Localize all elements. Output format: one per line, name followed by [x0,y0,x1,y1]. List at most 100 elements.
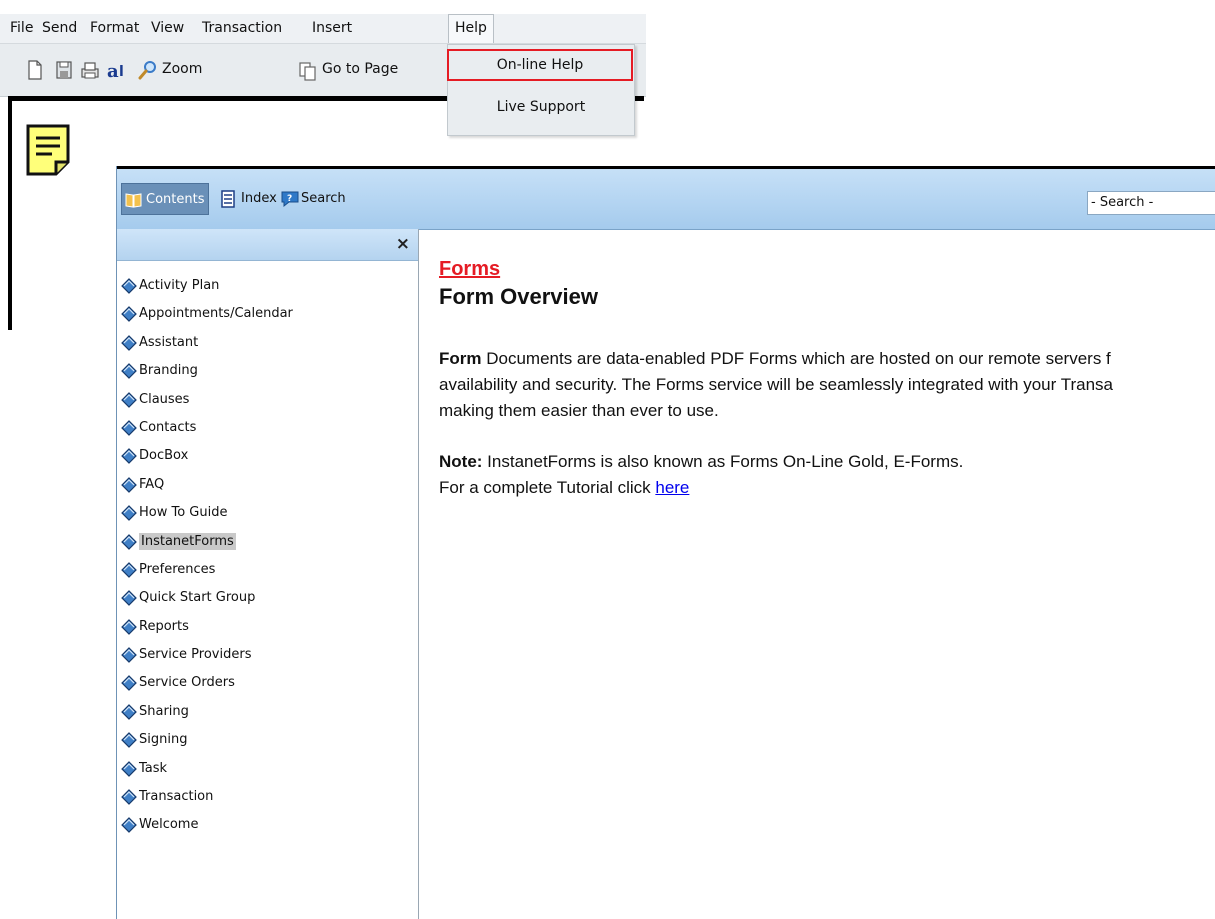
toc-item-label: Sharing [139,703,189,719]
menu-help[interactable]: Help [448,14,494,43]
toc-item-faq[interactable]: FAQ [117,471,418,499]
toc-item-label: How To Guide [139,505,228,521]
toc-item-contacts[interactable]: Contacts [117,414,418,442]
zoom-icon[interactable] [138,59,158,81]
toc-item-label: FAQ [139,476,165,492]
index-list-icon [221,190,235,208]
toc-item-task[interactable]: Task [117,755,418,783]
toc-item-reports[interactable]: Reports [117,613,418,641]
help-dropdown-menu: On-line Help Live Support [447,44,635,136]
search-bubble-icon: ? [281,191,299,208]
new-doc-icon[interactable] [25,59,45,81]
table-of-contents: Activity Plan Appointments/Calendar Assist… [117,272,418,840]
toc-item-signing[interactable]: Signing [117,726,418,754]
save-icon[interactable] [54,59,74,81]
toc-item-assistant[interactable]: Assistant [117,329,418,357]
note-text: InstanetForms is also known as Forms On-… [482,452,964,471]
go-to-page-button[interactable]: Go to Page [322,58,398,80]
toc-item-preferences[interactable]: Preferences [117,556,418,584]
close-sidebar-button[interactable]: × [396,234,410,254]
book-icon [121,732,137,749]
menu-format[interactable]: Format [84,14,145,43]
book-icon [121,505,137,521]
tab-contents-label: Contents [146,192,205,207]
toc-item-activity-plan[interactable]: Activity Plan [117,272,418,300]
toc-item-instanetforms[interactable]: InstanetForms [117,528,418,556]
menu-insert[interactable]: Insert [306,14,358,43]
toc-item-quick-start-group[interactable]: Quick Start Group [117,584,418,612]
toc-item-transaction[interactable]: Transaction [117,783,418,811]
toc-item-label: Signing [139,732,188,748]
toc-item-label: InstanetForms [139,532,236,550]
book-icon [121,647,137,663]
book-icon [121,675,137,692]
toc-item-label: Contacts [139,419,197,435]
toc-item-label: Quick Start Group [139,590,256,606]
online-help-window: Contents Index ? Search - Search - × Act… [116,166,1215,919]
topic-title: Form Overview [439,284,598,309]
go-to-page-icon[interactable] [298,59,318,81]
book-icon [121,420,137,436]
sidebar-header: × [117,229,418,261]
book-icon [121,562,137,578]
tutorial-link[interactable]: here [655,478,689,497]
toc-item-clauses[interactable]: Clauses [117,386,418,414]
menu-send[interactable]: Send [36,14,83,43]
svg-text:?: ? [287,194,292,204]
notes-icon[interactable] [26,124,70,176]
live-support-menu-item[interactable]: Live Support [448,91,634,123]
toc-item-appointments-calendar[interactable]: Appointments/Calendar [117,300,418,328]
tutorial-text: For a complete Tutorial click [439,478,656,497]
toc-item-branding[interactable]: Branding [117,357,418,385]
tab-index-label: Index [241,191,277,206]
tab-search[interactable]: ? Search [277,183,350,215]
toc-item-label: Reports [139,618,189,634]
document-frame-left [8,96,12,330]
book-icon [121,760,137,777]
tab-contents[interactable]: Contents [121,183,210,215]
toc-item-label: Branding [139,363,198,379]
search-input[interactable]: - Search - [1087,191,1215,215]
topic-content: Forms Form Overview Form Documents are d… [439,256,1215,501]
menu-transaction[interactable]: Transaction [196,14,288,43]
book-icon [121,533,137,550]
topic-description-line2: availability and security. The Forms ser… [439,375,1113,394]
toc-item-how-to-guide[interactable]: How To Guide [117,499,418,527]
toc-item-label: Activity Plan [139,278,220,293]
menu-file[interactable]: File [4,14,39,43]
book-icon [121,334,137,351]
toc-item-service-orders[interactable]: Service Orders [117,669,418,697]
zoom-button[interactable]: Zoom [162,58,202,80]
topic-description: Form Documents are data-enabled PDF Form… [439,346,1215,424]
toc-item-sharing[interactable]: Sharing [117,698,418,726]
toc-item-label: Assistant [139,334,199,350]
contents-sidebar: × Activity Plan Appointments/Calendar Assi… [117,229,419,919]
tab-index[interactable]: Index [217,183,281,215]
topic-description-line3: making them easier than ever to use. [439,401,719,420]
toc-item-label: Service Orders [139,675,235,691]
toc-item-label: Clauses [139,391,190,407]
toc-item-welcome[interactable]: Welcome [117,811,418,839]
toc-item-label: Appointments/Calendar [139,306,293,322]
help-toolbar: Contents Index ? Search - Search - [117,169,1215,230]
book-icon [121,391,137,408]
svg-text:a: a [107,61,119,81]
menu-view[interactable]: View [145,14,190,43]
online-help-menu-item[interactable]: On-line Help [447,49,633,81]
toc-item-label: Service Providers [139,647,252,663]
toc-item-label: Preferences [139,561,216,577]
menu-bar: File Send Format View Transaction Insert… [0,14,646,44]
toc-item-label: Task [139,760,168,776]
book-icon [121,618,137,635]
toc-item-label: DocBox [139,448,189,464]
topic-note: Note: InstanetForms is also known as For… [439,449,1215,501]
spellcheck-icon[interactable]: a l [106,59,130,81]
book-icon [121,817,137,834]
book-icon [121,306,137,323]
print-icon[interactable] [80,59,100,81]
book-icon [121,363,137,380]
book-icon [121,789,137,805]
topic-section-link[interactable]: Forms [439,256,1215,282]
toc-item-docbox[interactable]: DocBox [117,442,418,470]
toc-item-service-providers[interactable]: Service Providers [117,641,418,669]
